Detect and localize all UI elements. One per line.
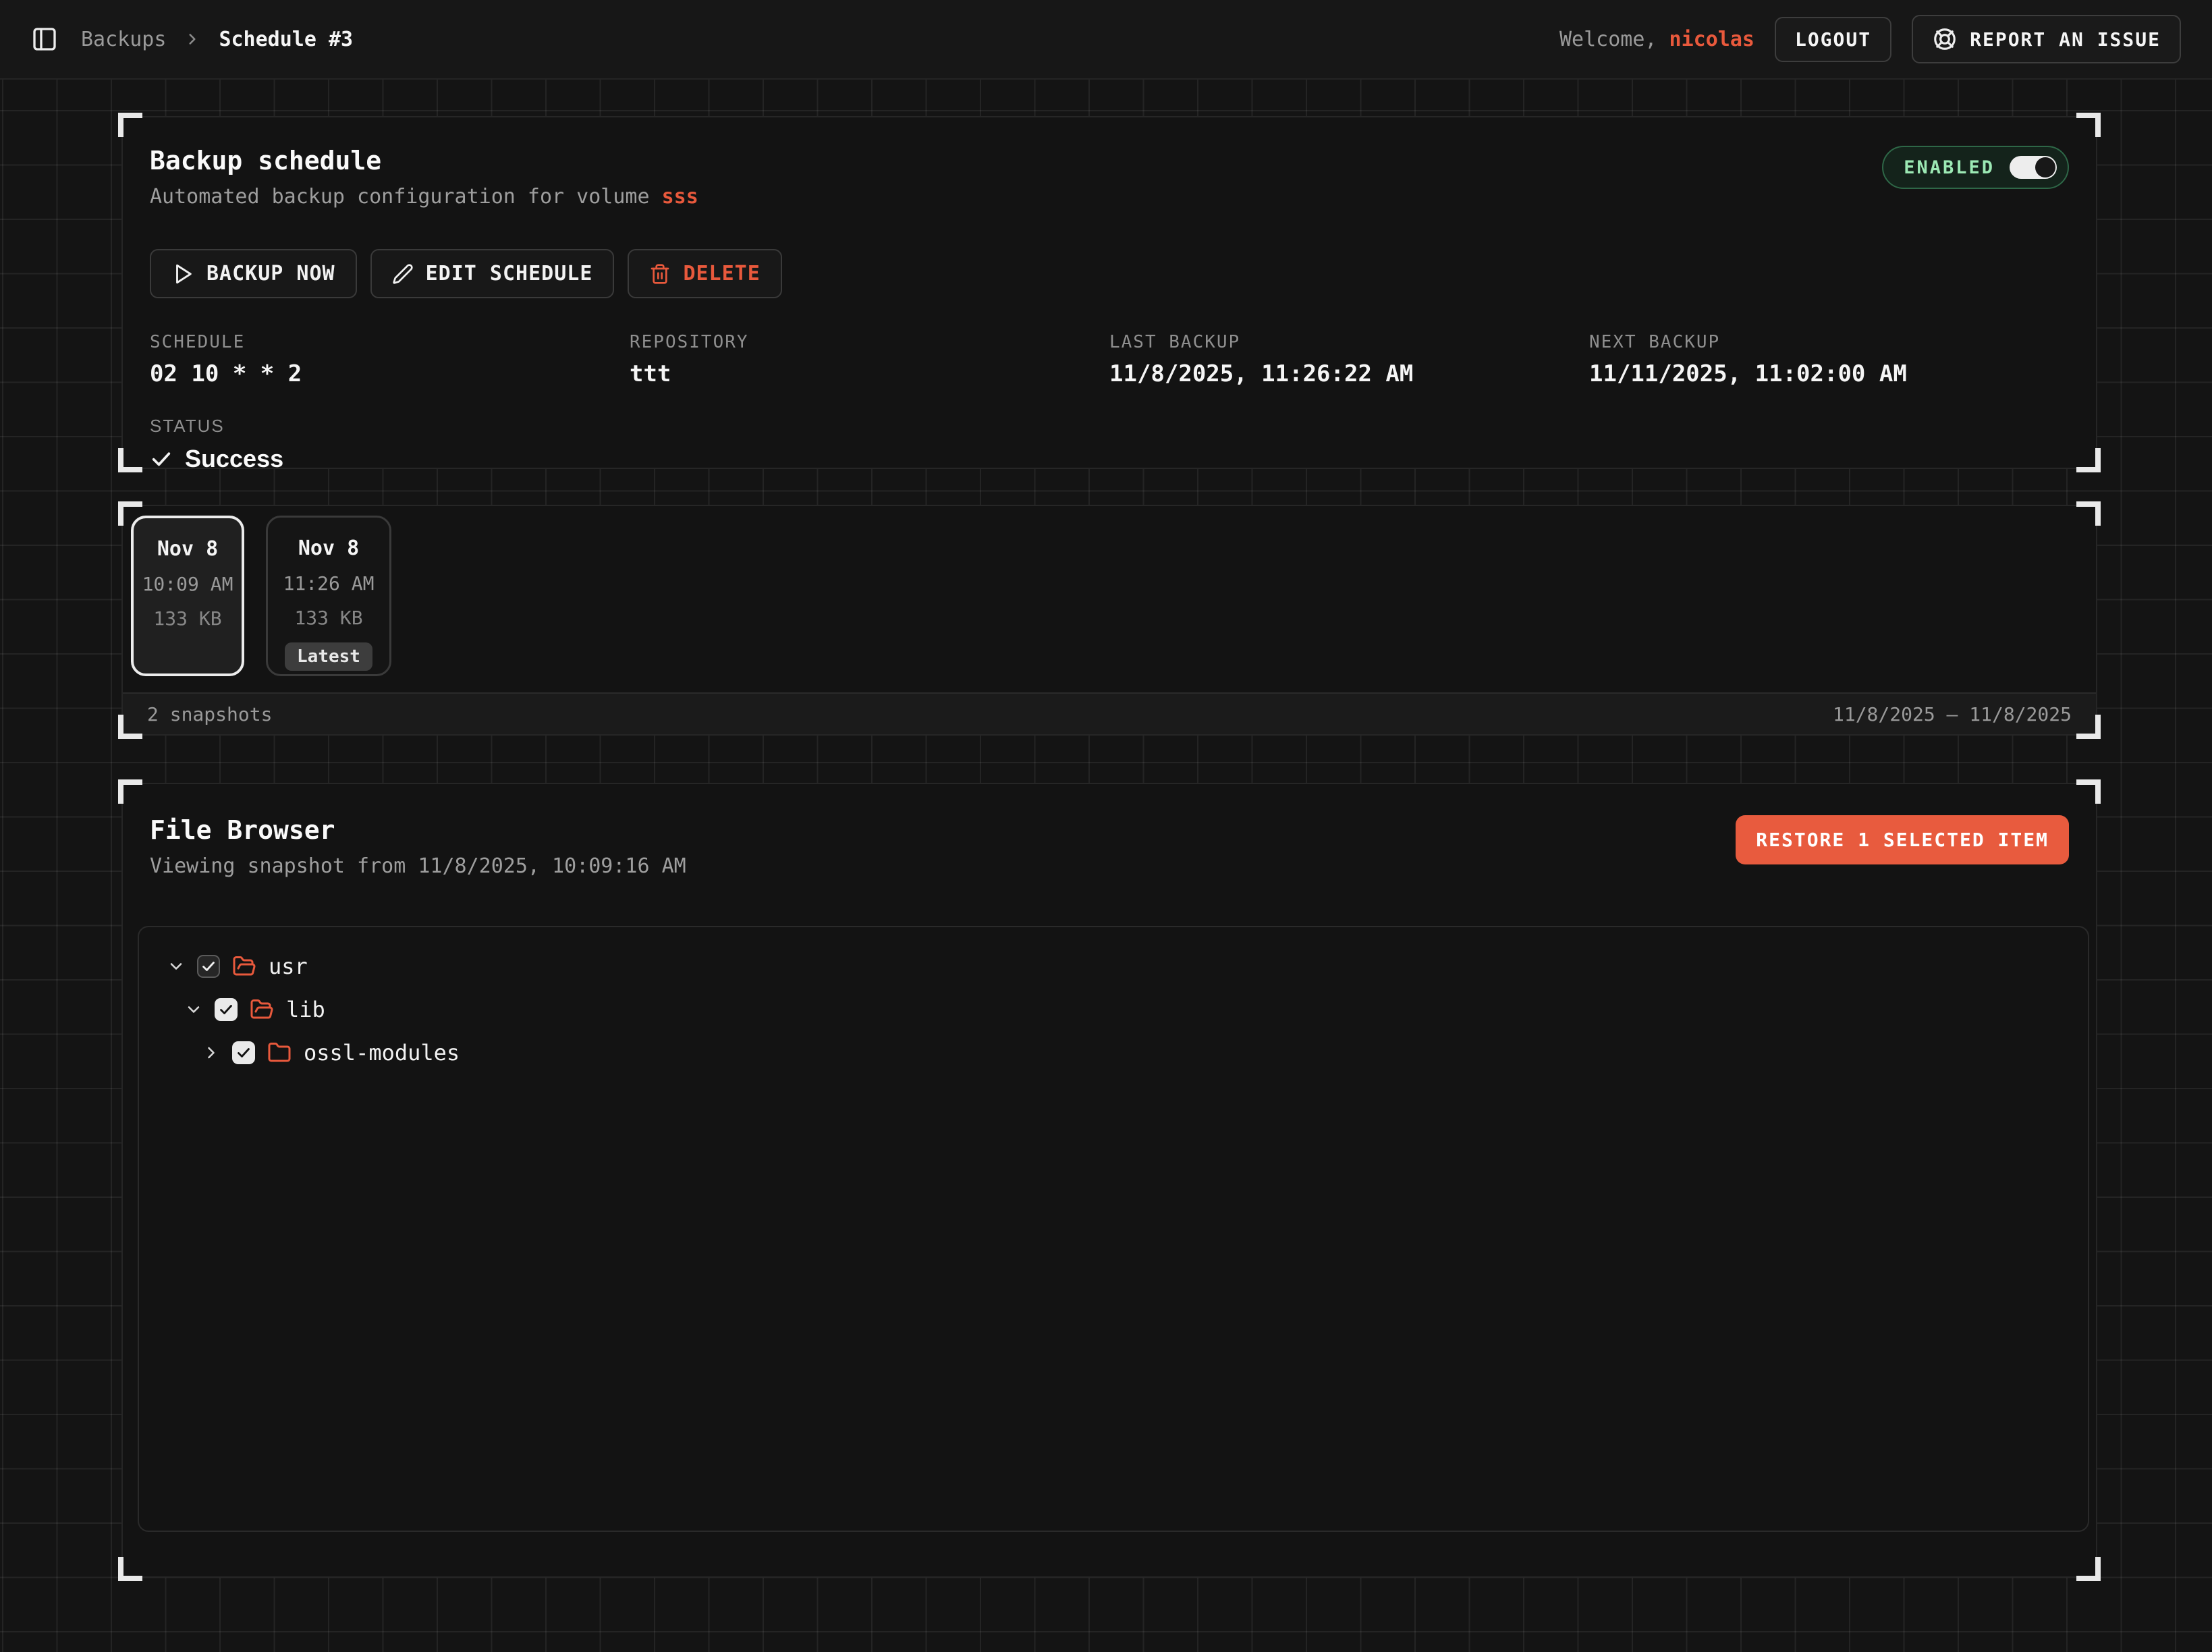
- corner-bracket: [118, 501, 142, 526]
- panel-subtitle: Automated backup configuration for volum…: [150, 185, 698, 209]
- tree-row-lib[interactable]: lib: [139, 988, 2088, 1031]
- delete-label: DELETE: [683, 262, 760, 285]
- folder-icon: [267, 1041, 292, 1065]
- file-browser-panel: File Browser Viewing snapshot from 11/8/…: [121, 783, 2097, 1578]
- field-value: 02 10 * * 2: [150, 360, 630, 387]
- restore-selected-button[interactable]: RESTORE 1 SELECTED ITEM: [1736, 815, 2069, 864]
- snapshot-size: 133 KB: [153, 607, 221, 630]
- tree-node-label: usr: [269, 954, 308, 979]
- field-value: ttt: [630, 360, 1109, 387]
- snapshot-date-range: 11/8/2025 – 11/8/2025: [1833, 703, 2072, 725]
- panel-title: Backup schedule: [150, 146, 698, 175]
- corner-bracket: [118, 448, 142, 472]
- corner-bracket: [2076, 501, 2101, 526]
- sidebar-toggle-icon[interactable]: [31, 26, 58, 53]
- folder-open-icon: [232, 954, 256, 979]
- field-label: NEXT BACKUP: [1589, 332, 2069, 352]
- checkbox-ossl-modules[interactable]: [232, 1041, 255, 1064]
- backup-now-button[interactable]: BACKUP NOW: [150, 249, 357, 298]
- checkbox-usr[interactable]: [197, 955, 220, 978]
- corner-bracket: [118, 779, 142, 804]
- snapshot-date: Nov 8: [298, 536, 359, 560]
- breadcrumb-current-page: Schedule #3: [219, 28, 353, 51]
- tree-row-usr[interactable]: usr: [139, 945, 2088, 988]
- snapshot-time: 11:26 AM: [283, 572, 375, 595]
- status-value: Success: [150, 445, 2069, 473]
- tree-node-label: ossl-modules: [304, 1040, 460, 1066]
- field-label: LAST BACKUP: [1109, 332, 1589, 352]
- status-block: STATUS Success: [150, 416, 2069, 473]
- backup-schedule-panel: Backup schedule Automated backup configu…: [121, 116, 2097, 469]
- corner-bracket: [118, 715, 142, 739]
- file-browser-subtitle: Viewing snapshot from 11/8/2025, 10:09:1…: [150, 854, 686, 878]
- checkbox-lib[interactable]: [215, 998, 238, 1021]
- check-icon: [150, 447, 173, 470]
- field-value: 11/11/2025, 11:02:00 AM: [1589, 360, 2069, 387]
- snapshot-count: 2 snapshots: [147, 703, 272, 725]
- corner-bracket: [118, 1557, 142, 1581]
- report-issue-button[interactable]: REPORT AN ISSUE: [1912, 15, 2181, 63]
- snapshot-strip: Nov 8 10:09 AM 133 KB Nov 8 11:26 AM 133…: [123, 506, 2096, 686]
- file-tree: usr lib ossl-modules: [138, 926, 2089, 1532]
- logout-label: LOGOUT: [1795, 28, 1871, 51]
- field-label: REPOSITORY: [630, 332, 1109, 352]
- snapshot-footer: 2 snapshots 11/8/2025 – 11/8/2025: [123, 692, 2096, 734]
- backup-now-label: BACKUP NOW: [206, 262, 335, 285]
- volume-name: sss: [662, 185, 698, 209]
- chevron-down-icon[interactable]: [184, 1000, 204, 1019]
- field-next-backup: NEXT BACKUP 11/11/2025, 11:02:00 AM: [1589, 332, 2069, 387]
- field-schedule: SCHEDULE 02 10 * * 2: [150, 332, 630, 387]
- pencil-icon: [392, 263, 414, 285]
- chevron-right-icon[interactable]: [201, 1043, 221, 1062]
- welcome-text: Welcome, nicolas: [1559, 28, 1754, 51]
- snapshot-date: Nov 8: [157, 537, 218, 561]
- field-last-backup: LAST BACKUP 11/8/2025, 11:26:22 AM: [1109, 332, 1589, 387]
- subtitle-prefix: Automated backup configuration for volum…: [150, 185, 662, 209]
- corner-bracket: [2076, 779, 2101, 804]
- corner-bracket: [2076, 1557, 2101, 1581]
- breadcrumb: Backups Schedule #3: [81, 28, 353, 51]
- field-label: SCHEDULE: [150, 332, 630, 352]
- toggle-switch[interactable]: [2010, 156, 2057, 179]
- status-label: STATUS: [150, 416, 2069, 437]
- field-repository: REPOSITORY ttt: [630, 332, 1109, 387]
- snapshot-size: 133 KB: [294, 607, 362, 629]
- trash-icon: [649, 263, 671, 285]
- tree-node-label: lib: [286, 997, 325, 1022]
- play-icon: [171, 263, 194, 285]
- corner-bracket: [2076, 113, 2101, 137]
- delete-button[interactable]: DELETE: [628, 249, 781, 298]
- folder-open-icon: [250, 997, 274, 1022]
- report-issue-label: REPORT AN ISSUE: [1970, 28, 2161, 51]
- snapshot-card-latest[interactable]: Nov 8 11:26 AM 133 KB Latest: [266, 516, 391, 676]
- welcome-prefix: Welcome,: [1559, 28, 1657, 51]
- status-text: Success: [185, 445, 283, 473]
- lifebuoy-icon: [1932, 26, 1958, 52]
- enabled-label: ENABLED: [1904, 157, 1995, 178]
- chevron-right-icon: [184, 30, 201, 48]
- logout-button[interactable]: LOGOUT: [1775, 17, 1891, 62]
- field-value: 11/8/2025, 11:26:22 AM: [1109, 360, 1589, 387]
- snapshot-time: 10:09 AM: [142, 573, 233, 595]
- topbar: Backups Schedule #3 Welcome, nicolas LOG…: [0, 0, 2212, 80]
- username: nicolas: [1669, 28, 1754, 51]
- breadcrumb-backups[interactable]: Backups: [81, 28, 166, 51]
- corner-bracket: [118, 113, 142, 137]
- snapshot-card-selected[interactable]: Nov 8 10:09 AM 133 KB: [131, 516, 244, 676]
- edit-schedule-button[interactable]: EDIT SCHEDULE: [370, 249, 615, 298]
- toggle-knob: [2035, 157, 2055, 177]
- enabled-toggle[interactable]: ENABLED: [1882, 146, 2069, 189]
- edit-schedule-label: EDIT SCHEDULE: [426, 262, 593, 285]
- chevron-down-icon[interactable]: [166, 957, 186, 976]
- file-browser-title: File Browser: [150, 815, 686, 845]
- latest-badge: Latest: [285, 642, 372, 671]
- corner-bracket: [2076, 715, 2101, 739]
- corner-bracket: [2076, 448, 2101, 472]
- snapshots-panel: Nov 8 10:09 AM 133 KB Nov 8 11:26 AM 133…: [121, 505, 2097, 736]
- tree-row-ossl-modules[interactable]: ossl-modules: [139, 1031, 2088, 1074]
